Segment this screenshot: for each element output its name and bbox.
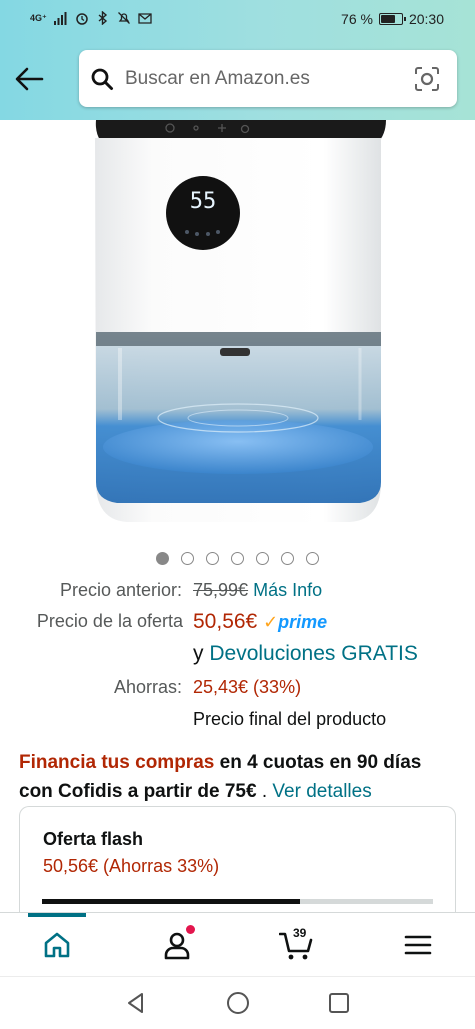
back-triangle-icon[interactable] bbox=[124, 991, 148, 1015]
previous-price-row: 75,99€ Más Info bbox=[193, 580, 322, 601]
deal-price: 50,56€ bbox=[193, 610, 258, 633]
flash-deal-progress bbox=[42, 899, 433, 904]
deal-price-label: Precio de la oferta bbox=[36, 611, 183, 631]
network-type: 4G⁺ bbox=[30, 12, 47, 23]
dehumidifier-image: 55 bbox=[95, 120, 386, 522]
carousel-dot[interactable] bbox=[206, 552, 219, 565]
app-header: 4G⁺ 76 % 20:30 bbox=[0, 0, 475, 120]
notification-dot bbox=[186, 925, 195, 934]
returns-prefix: y bbox=[193, 642, 210, 665]
free-returns-link[interactable]: Devoluciones GRATIS bbox=[209, 642, 418, 665]
signal-icon bbox=[53, 12, 67, 25]
silent-icon bbox=[117, 12, 130, 24]
battery-icon bbox=[378, 13, 406, 25]
carousel-dot[interactable] bbox=[281, 552, 294, 565]
see-details-link[interactable]: Ver detalles bbox=[272, 781, 371, 802]
carousel-dot[interactable] bbox=[156, 552, 169, 565]
previous-price: 75,99€ bbox=[193, 580, 249, 600]
carousel-dot[interactable] bbox=[306, 552, 319, 565]
recents-square-icon[interactable] bbox=[327, 991, 351, 1015]
home-icon[interactable] bbox=[41, 929, 73, 961]
search-icon bbox=[91, 68, 113, 90]
battery-percent: 76 % bbox=[341, 11, 373, 27]
alarm-icon bbox=[76, 13, 88, 25]
cart-count: 39 bbox=[293, 926, 307, 940]
image-carousel-dots[interactable] bbox=[156, 552, 319, 565]
free-returns-row: y Devoluciones GRATIS bbox=[193, 642, 418, 666]
savings-value: 25,43€ (33%) bbox=[193, 677, 302, 697]
back-arrow-icon[interactable] bbox=[14, 66, 44, 92]
carousel-dot[interactable] bbox=[256, 552, 269, 565]
search-input[interactable] bbox=[125, 62, 395, 95]
gmail-icon bbox=[138, 13, 152, 24]
search-bar[interactable] bbox=[79, 50, 457, 107]
more-info-link[interactable]: Más Info bbox=[253, 580, 322, 600]
financing-text: Financia tus compras en 4 cuotas en 90 d… bbox=[19, 748, 459, 806]
previous-price-label: Precio anterior: bbox=[59, 580, 182, 600]
cart-button[interactable]: 39 bbox=[278, 926, 315, 961]
prime-logo: prime bbox=[278, 612, 328, 632]
system-navigation-bar bbox=[0, 976, 475, 1029]
clock: 20:30 bbox=[408, 11, 444, 27]
menu-icon[interactable] bbox=[402, 929, 434, 961]
bottom-navigation: 39 bbox=[0, 912, 475, 976]
account-button[interactable] bbox=[161, 925, 195, 961]
financing-highlight[interactable]: Financia tus compras bbox=[19, 752, 214, 773]
active-tab-indicator bbox=[28, 913, 86, 917]
home-circle-icon[interactable] bbox=[226, 991, 250, 1015]
display-digits: 55 bbox=[190, 189, 217, 214]
flash-deal-price: 50,56€ (Ahorras 33%) bbox=[43, 856, 220, 876]
bluetooth-icon bbox=[98, 11, 107, 25]
carousel-dot[interactable] bbox=[181, 552, 194, 565]
savings-label: Ahorras: bbox=[113, 677, 182, 697]
product-image[interactable]: 55 bbox=[0, 120, 475, 545]
flash-deal-title: Oferta flash bbox=[43, 829, 144, 849]
deal-price-row: 50,56€ ✓prime bbox=[193, 610, 327, 634]
financing-separator: . bbox=[256, 781, 273, 802]
carousel-dot[interactable] bbox=[231, 552, 244, 565]
status-bar: 4G⁺ 76 % 20:30 bbox=[0, 0, 475, 40]
prime-check-icon: ✓ bbox=[263, 612, 279, 632]
final-price-note: Precio final del producto bbox=[193, 709, 387, 729]
camera-search-icon[interactable] bbox=[414, 66, 440, 92]
